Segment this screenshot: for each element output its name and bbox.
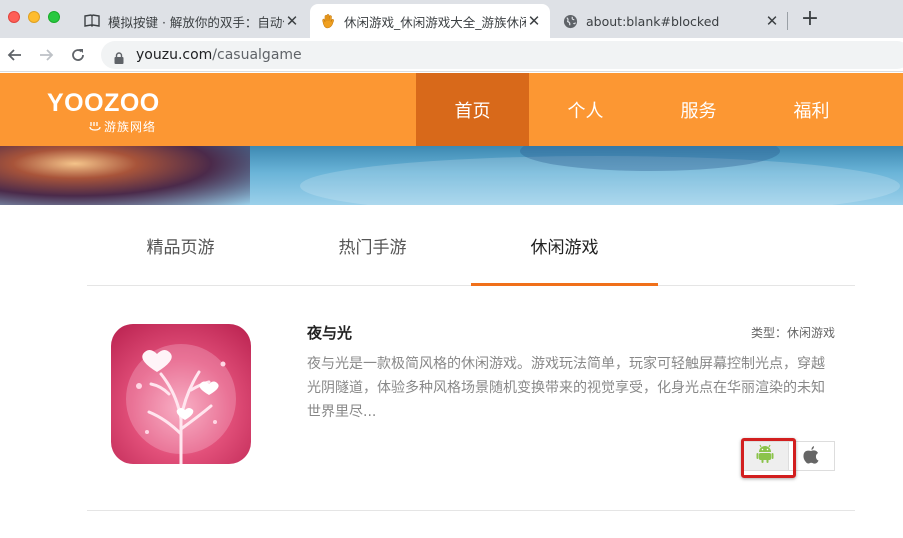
tab-hot-mobile-games[interactable]: 热门手游 [279, 205, 466, 286]
menu-item-personal[interactable]: 个人 [529, 73, 642, 146]
url-path: /casualgame [212, 47, 302, 63]
logo-subtitle-text: 游族网络 [104, 120, 157, 134]
menu-item-service[interactable]: 服务 [642, 73, 755, 146]
address-bar[interactable]: youzu.com/casualgame [101, 41, 903, 69]
browser-tab[interactable]: about:blank#blocked ✕ [552, 4, 788, 38]
browser-toolbar: youzu.com/casualgame [0, 38, 903, 72]
android-icon [756, 444, 774, 468]
reload-icon[interactable] [67, 44, 89, 66]
logo-subtitle: 游族网络 [89, 118, 160, 135]
hero-banner [0, 146, 903, 205]
url-domain: youzu.com [136, 47, 213, 63]
game-app-icon[interactable] [111, 324, 251, 464]
game-list-item: 夜与光 类型：休闲游戏 夜与光是一款极简风格的休闲游戏。游戏玩法简单，玩家可轻触… [87, 286, 855, 511]
menu-item-home[interactable]: 首页 [416, 73, 529, 146]
window-maximize-button[interactable] [48, 11, 60, 23]
tab-divider [787, 12, 788, 30]
game-description: 夜与光是一款极简风格的休闲游戏。游戏玩法简单，玩家可轻触屏幕控制光点，穿越光阴隧… [307, 356, 825, 420]
main-menu: 首页 个人 服务 福利 [416, 73, 868, 146]
window-minimize-button[interactable] [28, 11, 40, 23]
lock-icon [114, 49, 124, 64]
logo-mark-icon [89, 120, 101, 134]
window-close-button[interactable] [8, 11, 20, 23]
browser-tab-active[interactable]: 休闲游戏_休闲游戏大全_游族休闲 ✕ [310, 4, 550, 38]
forward-arrow-icon[interactable] [35, 44, 57, 66]
globe-icon [562, 13, 578, 29]
category-tabs: 精品页游 热门手游 休闲游戏 [87, 205, 855, 286]
android-download-button[interactable] [742, 442, 788, 470]
yoozoo-logo[interactable]: YOOZOO 游族网络 [47, 91, 160, 135]
url-text: youzu.com/casualgame [136, 47, 302, 63]
banner-character-art [0, 146, 250, 205]
back-arrow-icon[interactable] [4, 44, 26, 66]
browser-tab-title: 模拟按键 · 解放你的双手：自动化 [108, 14, 284, 30]
apple-icon [803, 445, 819, 468]
book-icon [84, 13, 100, 29]
tab-premium-webgames[interactable]: 精品页游 [87, 205, 274, 286]
download-buttons [741, 441, 835, 471]
ios-download-button[interactable] [787, 442, 834, 470]
menu-item-welfare[interactable]: 福利 [755, 73, 868, 146]
browser-tab[interactable]: 模拟按键 · 解放你的双手：自动化 ✕ [74, 4, 308, 38]
browser-tab-title: 休闲游戏_休闲游戏大全_游族休闲 [344, 14, 526, 30]
browser-tab-title: about:blank#blocked [586, 13, 720, 29]
browser-tab-strip: 模拟按键 · 解放你的双手：自动化 ✕ 休闲游戏_休闲游戏大全_游族休闲 ✕ a… [0, 0, 903, 38]
game-title[interactable]: 夜与光 [307, 322, 352, 343]
tab-close-icon[interactable]: ✕ [526, 12, 542, 30]
tab-casual-games[interactable]: 休闲游戏 [471, 205, 658, 286]
logo-wordmark: YOOZOO [47, 89, 160, 117]
site-header: YOOZOO 游族网络 首页 个人 服务 福利 [0, 73, 903, 146]
game-type-label: 类型：休闲游戏 [750, 326, 835, 340]
tab-close-icon[interactable]: ✕ [764, 12, 780, 30]
hand-icon [320, 13, 336, 29]
tab-close-icon[interactable]: ✕ [284, 12, 300, 30]
new-tab-plus-icon[interactable]: + [800, 8, 820, 30]
